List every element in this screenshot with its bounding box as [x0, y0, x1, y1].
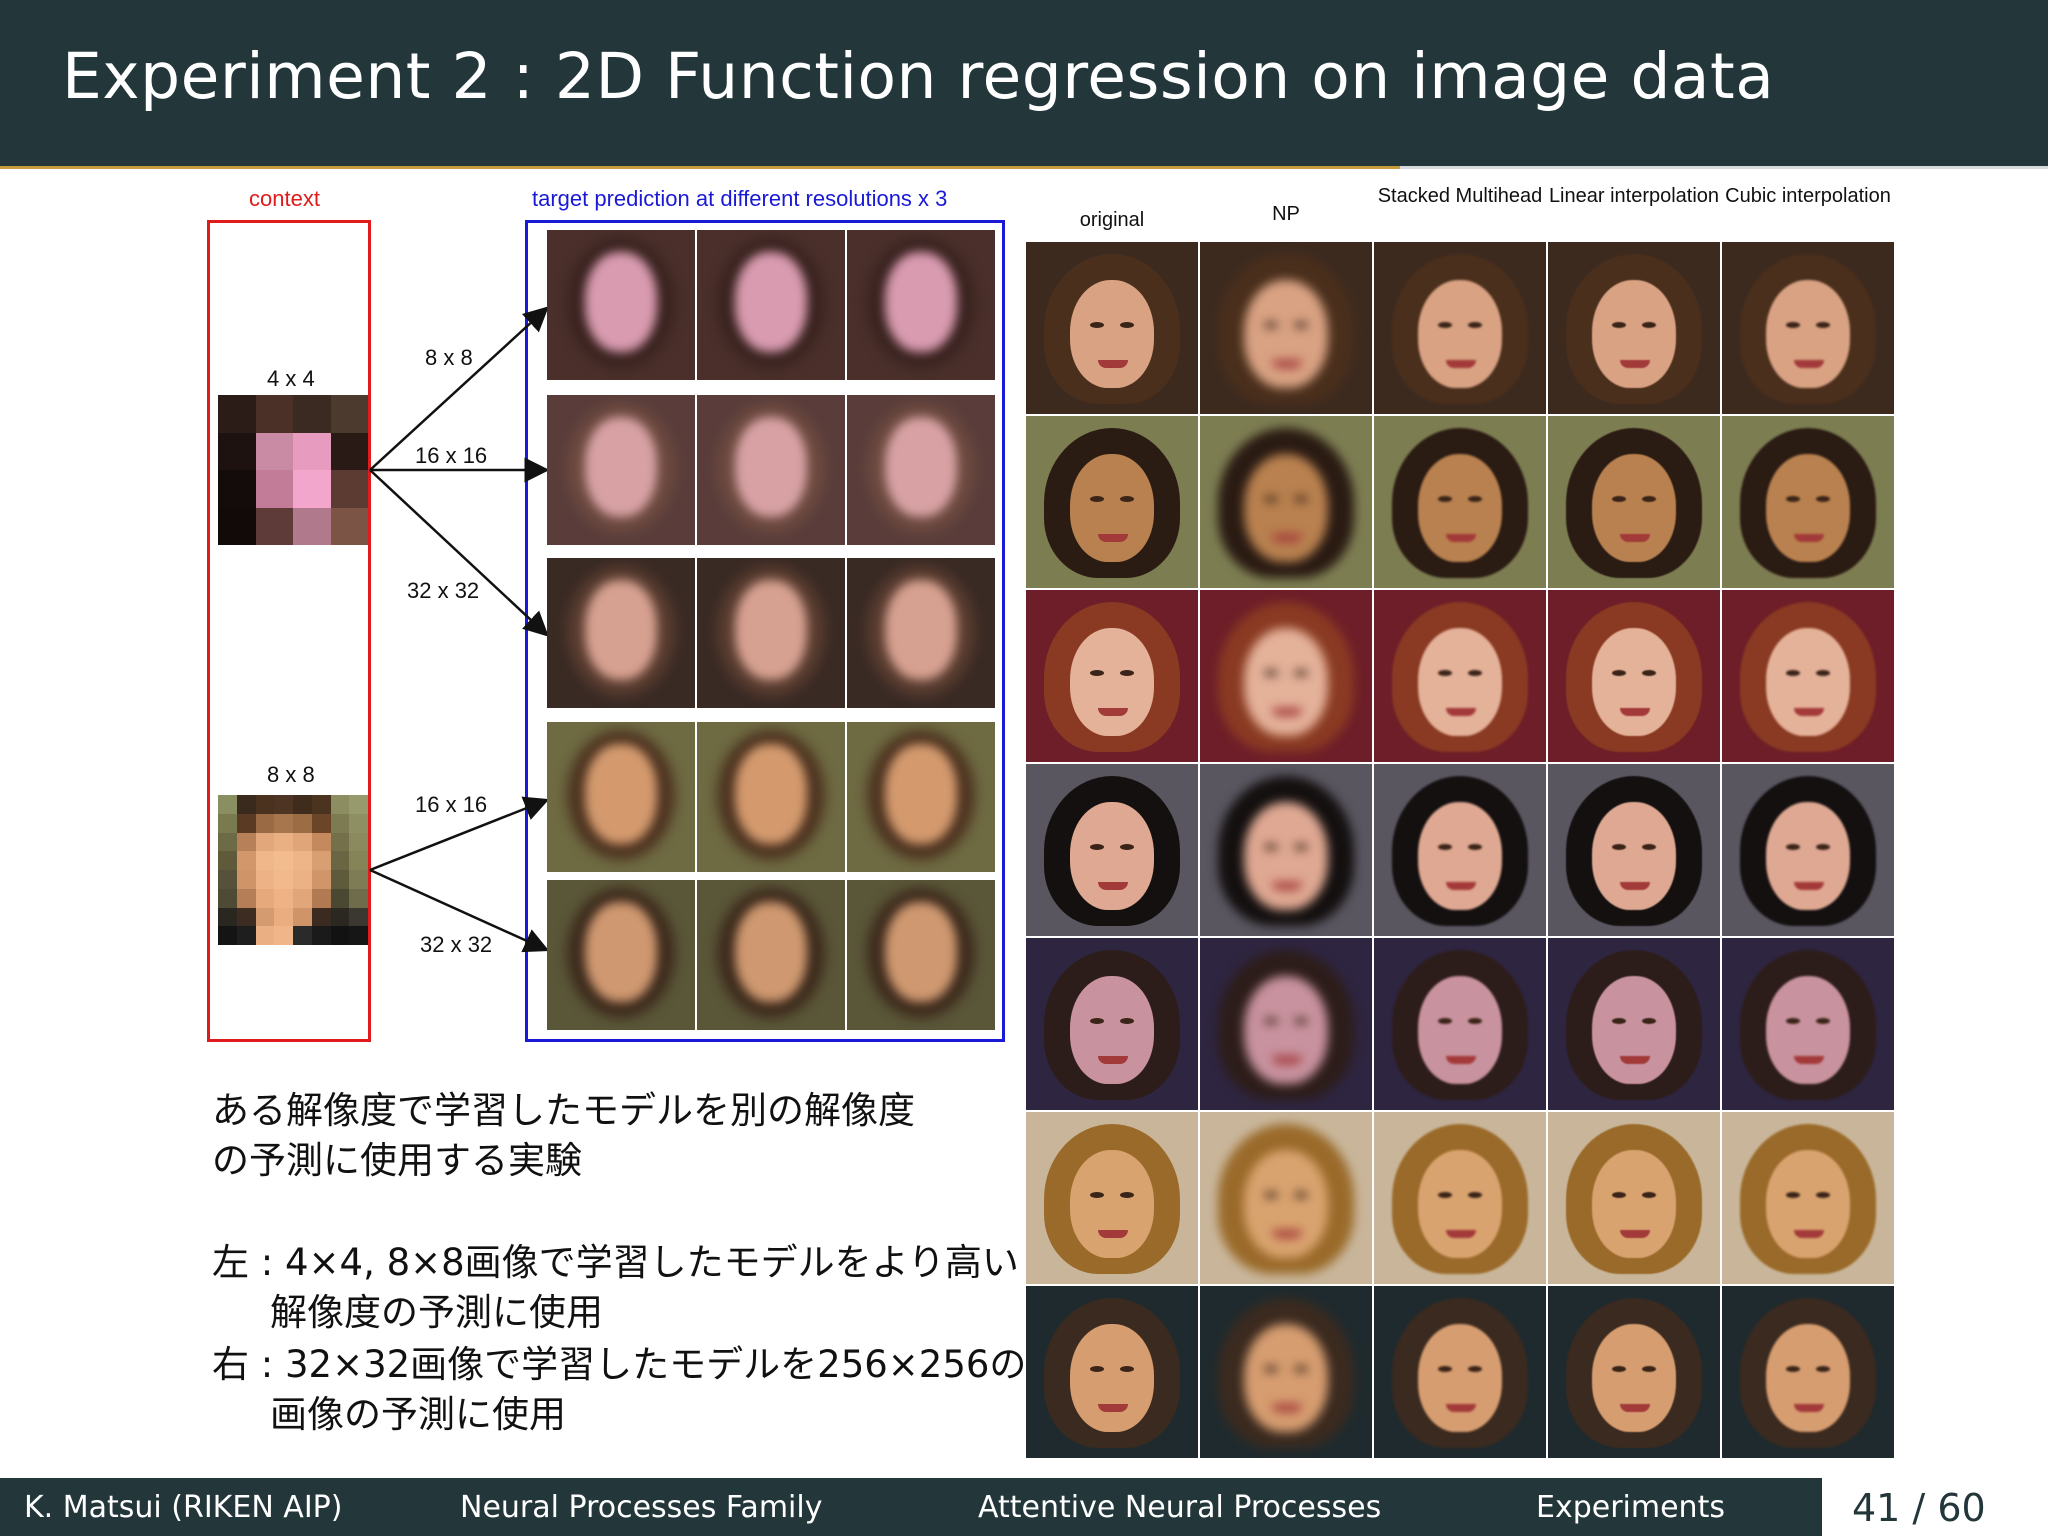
target-thumbnail [847, 395, 995, 545]
target-thumbnail [547, 230, 695, 380]
target-thumbnail [547, 558, 695, 708]
arrow-label-32x32-bottom: 32 x 32 [420, 932, 493, 957]
column-header-linear-interpolation: Linear interpolation [1548, 185, 1720, 207]
face-cell [1200, 242, 1372, 414]
face-cell [1026, 764, 1198, 936]
face-cell [1026, 1286, 1198, 1458]
face-cell [1374, 764, 1546, 936]
face-cell [1374, 242, 1546, 414]
target-thumbnail [547, 395, 695, 545]
face-cell [1374, 590, 1546, 762]
face-cell [1548, 416, 1720, 588]
face-cell [1374, 1112, 1546, 1284]
face-cell [1026, 1112, 1198, 1284]
face-cell [1722, 590, 1894, 762]
target-thumbnail [847, 722, 995, 872]
footer-bar: K. Matsui (RIKEN AIP) Neural Processes F… [0, 1478, 1822, 1536]
description-line-2: の予測に使用する実験 [212, 1139, 582, 1182]
face-cell [1200, 938, 1372, 1110]
face-cell [1548, 1286, 1720, 1458]
arrow-label-32x32-top: 32 x 32 [407, 578, 480, 603]
slide-title: Experiment 2 : 2D Function regression on… [62, 40, 1775, 113]
target-thumbnail [547, 880, 695, 1030]
face-cell [1722, 764, 1894, 936]
face-cell [1722, 1286, 1894, 1458]
face-cell [1026, 938, 1198, 1110]
face-cell [1200, 764, 1372, 936]
face-cell [1548, 764, 1720, 936]
face-cell [1200, 416, 1372, 588]
description-left-line-1: 左 : 4×4, 8×8画像で学習したモデルをより高い [212, 1241, 1019, 1284]
face-cell [1200, 1112, 1372, 1284]
target-thumbnail [847, 558, 995, 708]
target-thumbnail [547, 722, 695, 872]
column-header-cubic-interpolation: Cubic interpolation [1725, 185, 1891, 207]
arrow-label-16x16-top: 16 x 16 [415, 443, 488, 468]
target-thumbnail [697, 395, 845, 545]
face-cell [1026, 242, 1198, 414]
description-left-line-2: 解像度の予測に使用 [270, 1291, 603, 1334]
face-cell [1200, 590, 1372, 762]
target-thumbnail [847, 230, 995, 380]
title-rule-remainder [1400, 166, 2048, 169]
footer-part: Experiments [1536, 1490, 1725, 1525]
column-header-stacked-multihead: Stacked Multihead [1377, 185, 1543, 207]
footer-section: Neural Processes Family [460, 1490, 823, 1525]
face-cell [1548, 242, 1720, 414]
face-cell [1026, 590, 1198, 762]
face-cell [1722, 938, 1894, 1110]
title-bar: Experiment 2 : 2D Function regression on… [0, 0, 2048, 166]
face-cell [1722, 1112, 1894, 1284]
target-thumbnail [697, 558, 845, 708]
column-header-original: original [1079, 209, 1145, 231]
face-cell [1374, 1286, 1546, 1458]
face-cell [1548, 938, 1720, 1110]
description-right-line-2: 画像の予測に使用 [270, 1393, 566, 1436]
face-cell [1548, 1112, 1720, 1284]
face-cell [1722, 416, 1894, 588]
description-line-1: ある解像度で学習したモデルを別の解像度 [212, 1089, 915, 1132]
face-cell [1722, 242, 1894, 414]
face-cell [1026, 416, 1198, 588]
resolution-figure: context target prediction at different r… [195, 180, 1015, 1060]
face-cell [1374, 416, 1546, 588]
face-cell [1548, 590, 1720, 762]
arrow-label-8x8: 8 x 8 [425, 345, 473, 370]
page-number-box: 41 / 60 [1822, 1478, 2048, 1536]
arrow-label-16x16-bottom: 16 x 16 [415, 792, 488, 817]
column-header-np: NP [1272, 203, 1300, 225]
description-right-line-1: 右 : 32×32画像で学習したモデルを256×256の [212, 1343, 1027, 1386]
footer-author: K. Matsui (RIKEN AIP) [24, 1490, 343, 1525]
face-cell [1374, 938, 1546, 1110]
target-thumbnail [847, 880, 995, 1030]
page-number: 41 / 60 [1852, 1486, 1986, 1530]
comparison-figure: original NP Stacked Multihead Linear int… [1026, 180, 1896, 1460]
footer-subsection: Attentive Neural Processes [978, 1490, 1382, 1525]
title-progress-rule [0, 166, 1400, 169]
face-cell [1200, 1286, 1372, 1458]
target-thumbnail [697, 722, 845, 872]
target-thumbnail [697, 230, 845, 380]
target-thumbnail [697, 880, 845, 1030]
